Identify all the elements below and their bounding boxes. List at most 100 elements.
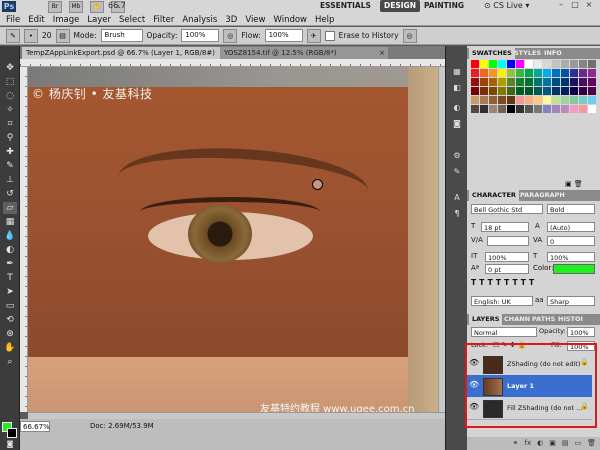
menu-image[interactable]: Image	[49, 14, 84, 26]
pressure-opacity-icon[interactable]: ◎	[223, 28, 238, 43]
zoom-status-field[interactable]: 66.67%	[20, 421, 50, 432]
menu-edit[interactable]: Edit	[24, 14, 48, 26]
menu-layer[interactable]: Layer	[83, 14, 115, 26]
swatch-59[interactable]	[498, 96, 506, 104]
swatch-34[interactable]	[525, 78, 533, 86]
swatch-13[interactable]	[588, 60, 596, 68]
swatch-39[interactable]	[570, 78, 578, 86]
new-swatch-icon[interactable]: ▣ 🗑	[565, 180, 583, 188]
swatch-69[interactable]	[588, 96, 596, 104]
quick-select-tool-icon[interactable]: ✧	[3, 104, 17, 116]
swatch-25[interactable]	[570, 69, 578, 77]
swatch-51[interactable]	[552, 87, 560, 95]
flow-field[interactable]: 100%	[264, 29, 303, 42]
dodge-tool-icon[interactable]: ◐	[3, 244, 17, 256]
crop-tool-icon[interactable]: ⌗	[3, 118, 17, 130]
tab-paragraph[interactable]: PARAGRAPH	[517, 190, 568, 201]
swatch-10[interactable]	[561, 60, 569, 68]
anti-alias-select[interactable]: Sharp	[547, 296, 595, 306]
vertical-scrollbar[interactable]	[438, 67, 445, 412]
swatch-45[interactable]	[498, 87, 506, 95]
swatch-47[interactable]	[516, 87, 524, 95]
tab-tempzapplinkexport[interactable]: TempZAppLinkExport.psd @ 66.7% (Layer 1,…	[22, 47, 236, 59]
clone-stamp-tool-icon[interactable]: ⊥	[3, 174, 17, 186]
swatch-60[interactable]	[507, 96, 515, 104]
link-layers-icon[interactable]: ⚭	[513, 437, 519, 450]
new-group-icon[interactable]: ▤	[562, 437, 569, 450]
swatch-76[interactable]	[525, 105, 533, 113]
menu-filter[interactable]: Filter	[149, 14, 178, 26]
swatch-17[interactable]	[498, 69, 506, 77]
eraser-tool-icon[interactable]: ▱	[3, 202, 17, 214]
move-tool-icon[interactable]: ✥	[3, 62, 17, 74]
language-select[interactable]: English: UK	[471, 296, 533, 306]
vertical-ruler[interactable]	[20, 67, 28, 412]
shape-tool-icon[interactable]: ▭	[3, 300, 17, 312]
brush-picker-icon[interactable]: •	[24, 28, 38, 43]
mode-select[interactable]: Brush	[100, 29, 143, 42]
blur-tool-icon[interactable]: 💧	[3, 230, 17, 242]
swatch-23[interactable]	[552, 69, 560, 77]
swatch-27[interactable]	[588, 69, 596, 77]
swatch-28[interactable]	[471, 78, 479, 86]
tab-info[interactable]: INFO	[541, 48, 565, 59]
pen-tool-icon[interactable]: ✒	[3, 258, 17, 270]
tab-swatches[interactable]: SWATCHES	[469, 48, 515, 59]
clone-source-icon[interactable]: ⚙	[450, 150, 464, 162]
menu-select[interactable]: Select	[115, 14, 149, 26]
swatch-54[interactable]	[579, 87, 587, 95]
swatch-7[interactable]	[534, 60, 542, 68]
menu-3d[interactable]: 3D	[221, 14, 241, 26]
swatch-72[interactable]	[489, 105, 497, 113]
swatch-67[interactable]	[570, 96, 578, 104]
workspace-essentials[interactable]: ESSENTIALS	[316, 0, 375, 12]
swatch-61[interactable]	[516, 96, 524, 104]
brush-tool-icon[interactable]: ✎	[3, 160, 17, 172]
swatch-79[interactable]	[552, 105, 560, 113]
workspace-design[interactable]: DESIGN	[380, 0, 420, 12]
swatch-3[interactable]	[498, 60, 506, 68]
color-panel-icon[interactable]: ◧	[450, 82, 464, 94]
lasso-tool-icon[interactable]: ◌	[3, 90, 17, 102]
swatch-14[interactable]	[471, 69, 479, 77]
swatch-16[interactable]	[489, 69, 497, 77]
swatch-50[interactable]	[543, 87, 551, 95]
swatch-20[interactable]	[525, 69, 533, 77]
swatch-56[interactable]	[471, 96, 479, 104]
menu-help[interactable]: Help	[311, 14, 338, 26]
erase-history-checkbox[interactable]	[324, 30, 335, 41]
new-layer-icon[interactable]: ▭	[574, 437, 581, 450]
swatches-panel-icon[interactable]: ▦	[450, 66, 464, 78]
swatch-24[interactable]	[561, 69, 569, 77]
swatch-80[interactable]	[561, 105, 569, 113]
font-style-select[interactable]: Bold	[547, 204, 595, 214]
maximize-button[interactable]: □	[570, 0, 580, 10]
menu-file[interactable]: File	[2, 14, 24, 26]
masks-panel-icon[interactable]: ◙	[450, 118, 464, 130]
minimize-button[interactable]: –	[556, 0, 566, 10]
swatch-8[interactable]	[543, 60, 551, 68]
swatch-40[interactable]	[579, 78, 587, 86]
swatch-63[interactable]	[534, 96, 542, 104]
swatch-58[interactable]	[489, 96, 497, 104]
3d-orbit-tool-icon[interactable]: ⊛	[3, 328, 17, 340]
swatch-78[interactable]	[543, 105, 551, 113]
cs-live-menu[interactable]: ⊙ CS Live ▾	[484, 0, 529, 12]
text-style-buttons[interactable]: TTTTTTTT	[471, 278, 537, 287]
swatch-82[interactable]	[579, 105, 587, 113]
tracking-field[interactable]: 0	[547, 236, 595, 246]
swatch-62[interactable]	[525, 96, 533, 104]
baseline-shift-field[interactable]: 0 pt	[485, 264, 529, 274]
swatch-74[interactable]	[507, 105, 515, 113]
swatch-38[interactable]	[561, 78, 569, 86]
history-brush-tool-icon[interactable]: ↺	[3, 188, 17, 200]
swatch-43[interactable]	[480, 87, 488, 95]
menu-view[interactable]: View	[241, 14, 269, 26]
swatch-83[interactable]	[588, 105, 596, 113]
swatch-77[interactable]	[534, 105, 542, 113]
swatch-26[interactable]	[579, 69, 587, 77]
zoom-level-display[interactable]: 66.7	[108, 1, 126, 10]
layer-opacity-field[interactable]: 100%	[567, 327, 595, 337]
swatch-46[interactable]	[507, 87, 515, 95]
airbrush-icon[interactable]: ✈	[306, 28, 321, 43]
